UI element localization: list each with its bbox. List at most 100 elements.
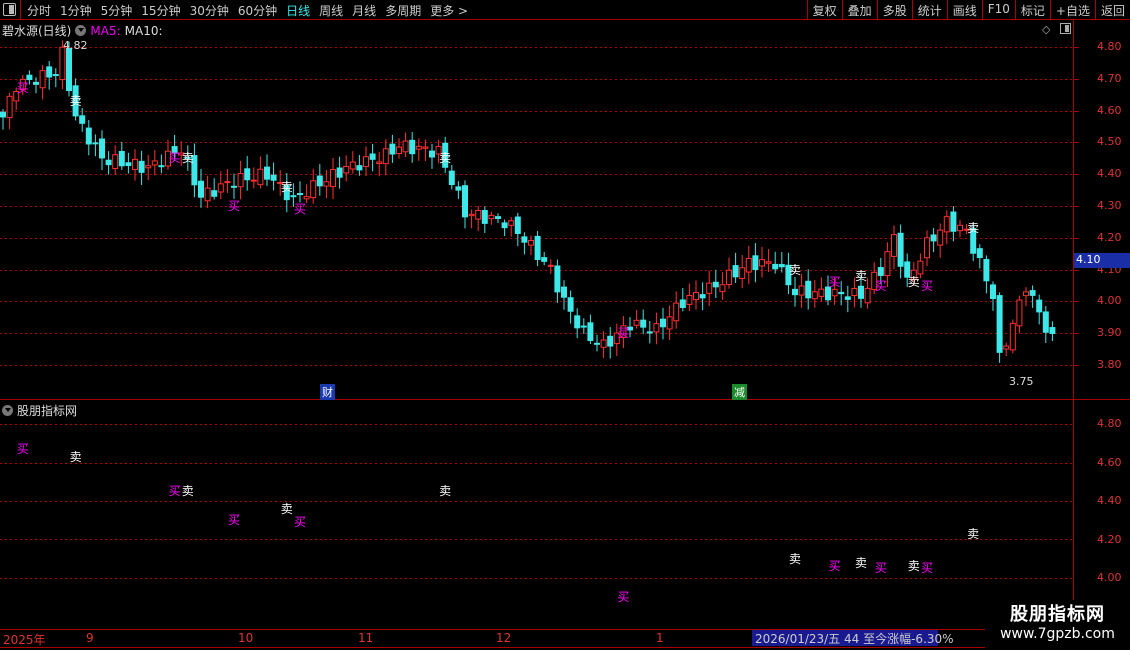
sub-tick: 4.80	[1097, 417, 1122, 430]
candle-down	[646, 331, 653, 334]
kline-chart[interactable]	[0, 0, 1130, 650]
candle-up	[39, 70, 46, 89]
candle-down	[514, 216, 521, 234]
candle-down	[270, 174, 277, 181]
candle-up	[396, 146, 402, 155]
candle-down	[290, 195, 297, 198]
buy-signal: 买	[227, 199, 241, 213]
candle-down	[574, 315, 581, 329]
candle-down	[297, 193, 303, 196]
candle-down	[264, 166, 270, 180]
candle-up	[145, 165, 152, 169]
candle-up	[132, 158, 138, 171]
candle-down	[429, 150, 435, 158]
current-price-label: 4.10	[1074, 253, 1130, 268]
candle-down	[99, 138, 105, 159]
buy-signal: 买	[874, 561, 887, 576]
candle-down	[369, 153, 376, 160]
price-axis-line	[1073, 20, 1074, 630]
candle-down	[462, 185, 468, 218]
price-tick: 4.20	[1097, 230, 1122, 244]
candle-up	[759, 259, 765, 267]
price-tick: 4.70	[1097, 71, 1122, 85]
sub-tick: 4.00	[1097, 571, 1122, 584]
sell-signal: 卖	[181, 151, 194, 166]
candle-up	[349, 161, 356, 170]
candle-down	[125, 162, 132, 167]
candle-down	[752, 255, 759, 271]
candle-down	[712, 281, 719, 288]
sell-signal: 卖	[967, 221, 980, 236]
dropdown-icon[interactable]	[2, 405, 13, 416]
candle-up	[1009, 322, 1016, 351]
candle-up	[884, 251, 891, 277]
finance-badge[interactable]: 财	[320, 384, 335, 400]
candle-down	[838, 291, 845, 295]
candle-up	[739, 267, 746, 279]
candle-down	[409, 139, 416, 155]
price-tick: 4.50	[1097, 135, 1122, 149]
sub-tick: 4.60	[1097, 455, 1122, 469]
candle-down	[976, 248, 983, 259]
candle-up	[508, 220, 515, 226]
candle-down	[732, 265, 739, 278]
candle-up	[382, 148, 389, 165]
time-label: 12	[496, 631, 512, 645]
buy-signal: 买	[293, 515, 307, 530]
price-tick: 4.80	[1097, 40, 1122, 53]
candle-down	[231, 185, 237, 188]
sell-signal: 卖	[280, 179, 293, 194]
buy-signal: 买	[16, 442, 29, 457]
time-label: 10	[238, 631, 254, 645]
sell-signal: 卖	[181, 484, 194, 499]
candle-down	[521, 236, 528, 243]
price-tick: 4.60	[1097, 103, 1122, 117]
sub-tick: 4.20	[1097, 532, 1122, 546]
candle-down	[211, 190, 218, 197]
sell-signal: 卖	[439, 484, 452, 499]
candle-down	[356, 165, 363, 171]
candle-down	[990, 284, 996, 299]
candle-down	[46, 66, 53, 78]
candle-down	[118, 150, 125, 167]
buy-signal: 买	[920, 278, 934, 293]
candle-up	[811, 291, 818, 300]
candle-up	[1023, 291, 1029, 297]
candle-down	[587, 322, 594, 341]
sell-signal: 卖	[907, 559, 920, 574]
candle-up	[151, 160, 158, 166]
candle-up	[726, 269, 732, 285]
candle-down	[33, 81, 39, 85]
high-label: 4.82	[63, 39, 88, 52]
watermark: 股朋指标网 www.7gpzb.com	[985, 600, 1130, 650]
candle-up	[475, 210, 482, 220]
candle-up	[6, 95, 13, 119]
candle-up	[864, 287, 871, 304]
candle-down	[1049, 327, 1056, 334]
candle-up	[745, 257, 752, 273]
sub-panel-title: 股朋指标网	[17, 404, 78, 418]
sub-panel-header: 股朋指标网	[2, 402, 77, 419]
candle-down	[66, 48, 72, 92]
candle-down	[198, 180, 204, 198]
candle-down	[1029, 290, 1036, 296]
candle-up	[666, 316, 673, 330]
candle-down	[950, 211, 957, 232]
candle-up	[891, 234, 897, 257]
candle-down	[805, 280, 812, 299]
candle-up	[600, 339, 607, 348]
candle-down	[567, 297, 574, 312]
candle-up	[528, 239, 534, 246]
candle-down	[541, 257, 548, 262]
candle-up	[402, 140, 409, 153]
reduce-badge[interactable]: 减	[732, 384, 747, 400]
buy-signal: 买	[920, 561, 934, 576]
buy-signal: 买	[828, 559, 841, 574]
candle-up	[217, 183, 224, 193]
candle-up	[363, 156, 369, 167]
buy-signal: 买	[227, 513, 241, 528]
candle-up	[673, 302, 680, 322]
candle-down	[105, 159, 112, 166]
buy-signal: 买	[874, 278, 887, 293]
candle-up	[343, 165, 350, 174]
